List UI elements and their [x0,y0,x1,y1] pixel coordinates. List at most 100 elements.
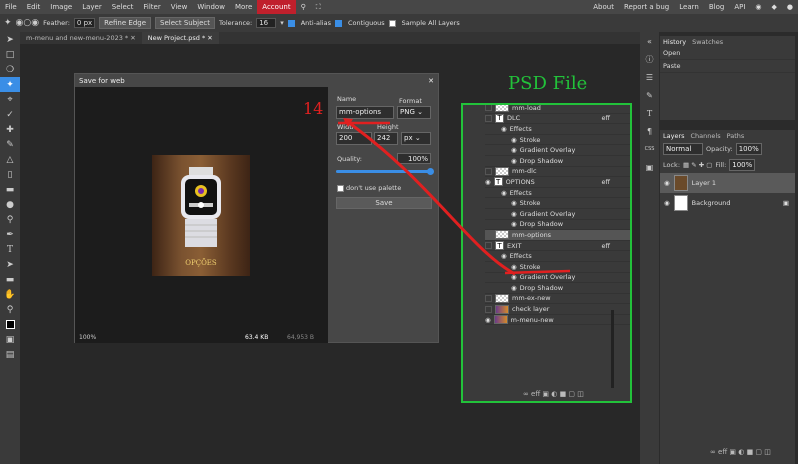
quick-mask-icon[interactable]: ▣ [0,332,20,347]
blend-mode-select[interactable]: Normal [663,143,703,155]
menu-layer[interactable]: Layer [77,0,107,14]
psd-layer-row[interactable]: T EXIT eff [485,241,630,252]
eye-icon[interactable]: ◉ [511,199,517,207]
marquee-tool-icon[interactable]: □ [0,47,20,62]
move-tool-icon[interactable]: ➤ [0,32,20,47]
eye-icon[interactable]: ◉ [501,189,507,197]
psd-layer-row[interactable]: ◉ Effects [485,188,630,199]
effects-badge[interactable]: eff [602,242,610,250]
eye-icon[interactable]: ◉ [511,220,517,228]
tolerance-dropdown-icon[interactable]: ▾ [280,19,284,27]
collapse-icon[interactable]: « [640,32,659,50]
psd-layer-row[interactable]: ◉ T OPTIONS eff [485,177,630,188]
menu-window[interactable]: Window [192,0,230,14]
psd-layer-row[interactable]: T DLC eff [485,113,630,125]
tab-m-menu[interactable]: m-menu and new-menu-2023 * ✕ [20,32,142,44]
eye-icon[interactable]: ◉ [664,179,670,187]
magic-wand-tool-icon[interactable]: ✦ [0,77,20,92]
tab-new-project[interactable]: New Project.psd * ✕ [141,32,219,44]
blur-tool-icon[interactable]: ● [0,197,20,212]
psd-layer-row[interactable]: ◉ Drop Shadow [485,220,630,231]
effects-badge[interactable]: eff [602,178,610,186]
eyedropper-tool-icon[interactable]: ✓ [0,107,20,122]
menu-more[interactable]: More [230,0,257,14]
css-icon[interactable]: CSS [640,140,659,158]
healing-tool-icon[interactable]: ✚ [0,122,20,137]
eye-icon[interactable]: ◉ [485,178,491,186]
api-link[interactable]: API [729,0,750,14]
magic-wand-icon[interactable]: ✦ [4,18,12,28]
color-swatch-icon[interactable] [0,317,20,332]
search-icon[interactable]: ⚲ [296,0,311,14]
psd-layer-row[interactable]: ◉ Stroke [485,262,630,273]
layer-actions[interactable]: ∞ eff ▣ ◐ ■ ▢ ◫ [710,448,771,456]
close-icon[interactable]: ✕ [428,77,434,85]
tab-layers[interactable]: Layers [663,132,685,140]
visibility-toggle[interactable] [485,242,492,250]
quality-slider[interactable] [336,168,434,175]
visibility-toggle[interactable] [485,114,492,122]
eye-icon[interactable]: ◉ [485,316,491,324]
psd-layer-row[interactable]: ◉ m-menu-new [485,315,630,326]
fullscreen-icon[interactable]: ⛶ [311,0,326,14]
eye-icon[interactable]: ◉ [511,146,517,154]
close-icon[interactable]: ✕ [130,34,135,42]
menu-filter[interactable]: Filter [138,0,165,14]
layer-row[interactable]: ◉ Layer 1 [660,173,795,193]
format-select[interactable]: PNG ⌄ [397,106,431,119]
psd-layer-row[interactable]: ◉ Gradient Overlay [485,145,630,156]
stamp-tool-icon[interactable]: △ [0,152,20,167]
shape-tool-icon[interactable]: ▬ [0,272,20,287]
visibility-toggle[interactable] [485,105,492,112]
slider-handle[interactable] [427,168,434,175]
visibility-toggle[interactable] [485,231,492,239]
eye-icon[interactable]: ◉ [511,210,517,218]
lock-icons[interactable]: ▦ ✎ ✚ ▢ [683,161,712,169]
gradient-tool-icon[interactable]: ▬ [0,182,20,197]
close-icon[interactable]: ✕ [207,34,212,42]
psd-layer-row[interactable]: ◉ Stroke [485,135,630,146]
path-select-tool-icon[interactable]: ➤ [0,257,20,272]
effects-badge[interactable]: eff [602,114,610,122]
tab-swatches[interactable]: Swatches [692,38,723,46]
eye-icon[interactable]: ◉ [511,136,517,144]
twitter-icon[interactable]: ◆ [767,0,782,14]
sample-all-checkbox[interactable] [388,19,396,27]
facebook-icon[interactable]: ● [782,0,798,14]
unit-select[interactable]: px ⌄ [401,132,431,145]
layer-actions[interactable]: ∞ eff ▣ ◐ ■ ▢ ◫ [523,390,584,398]
fill-input[interactable]: 100% [729,159,756,171]
hand-tool-icon[interactable]: ✋ [0,287,20,302]
zoom-tool-icon[interactable]: ⚲ [0,302,20,317]
character-icon[interactable]: T [640,104,659,122]
palette-checkbox[interactable] [337,184,344,192]
width-input[interactable]: 200 [336,132,372,145]
learn-link[interactable]: Learn [674,0,704,14]
history-item[interactable]: Paste [660,60,795,73]
eye-icon[interactable]: ◉ [511,284,517,292]
eye-icon[interactable]: ◉ [501,252,507,260]
psd-layer-row[interactable]: ◉ Gradient Overlay [485,273,630,284]
eye-icon[interactable]: ◉ [511,263,517,271]
opacity-input[interactable]: 100% [735,143,762,155]
psd-layer-row[interactable]: ◉ Stroke [485,198,630,209]
refine-edge-button[interactable]: Refine Edge [99,17,152,29]
paragraph-icon[interactable]: ¶ [640,122,659,140]
image-panel-icon[interactable]: ▣ [640,158,659,176]
palette-option[interactable]: don't use palette [337,184,401,192]
menu-image[interactable]: Image [45,0,77,14]
anti-alias-checkbox[interactable] [287,19,295,27]
history-item[interactable]: Open [660,47,795,60]
about-link[interactable]: About [588,0,619,14]
select-subject-button[interactable]: Select Subject [155,17,216,29]
tab-history[interactable]: History [663,38,686,46]
psd-layer-row[interactable]: ◉ Gradient Overlay [485,209,630,220]
reddit-icon[interactable]: ◉ [750,0,766,14]
type-tool-icon[interactable]: T [0,242,20,257]
tab-paths[interactable]: Paths [727,132,745,140]
lasso-tool-icon[interactable]: ❍ [0,62,20,77]
psd-layer-row[interactable]: mm-options [485,230,630,241]
visibility-toggle[interactable] [485,294,492,302]
psd-layer-row[interactable]: ◉ Drop Shadow [485,283,630,294]
scrollbar[interactable] [611,310,614,388]
